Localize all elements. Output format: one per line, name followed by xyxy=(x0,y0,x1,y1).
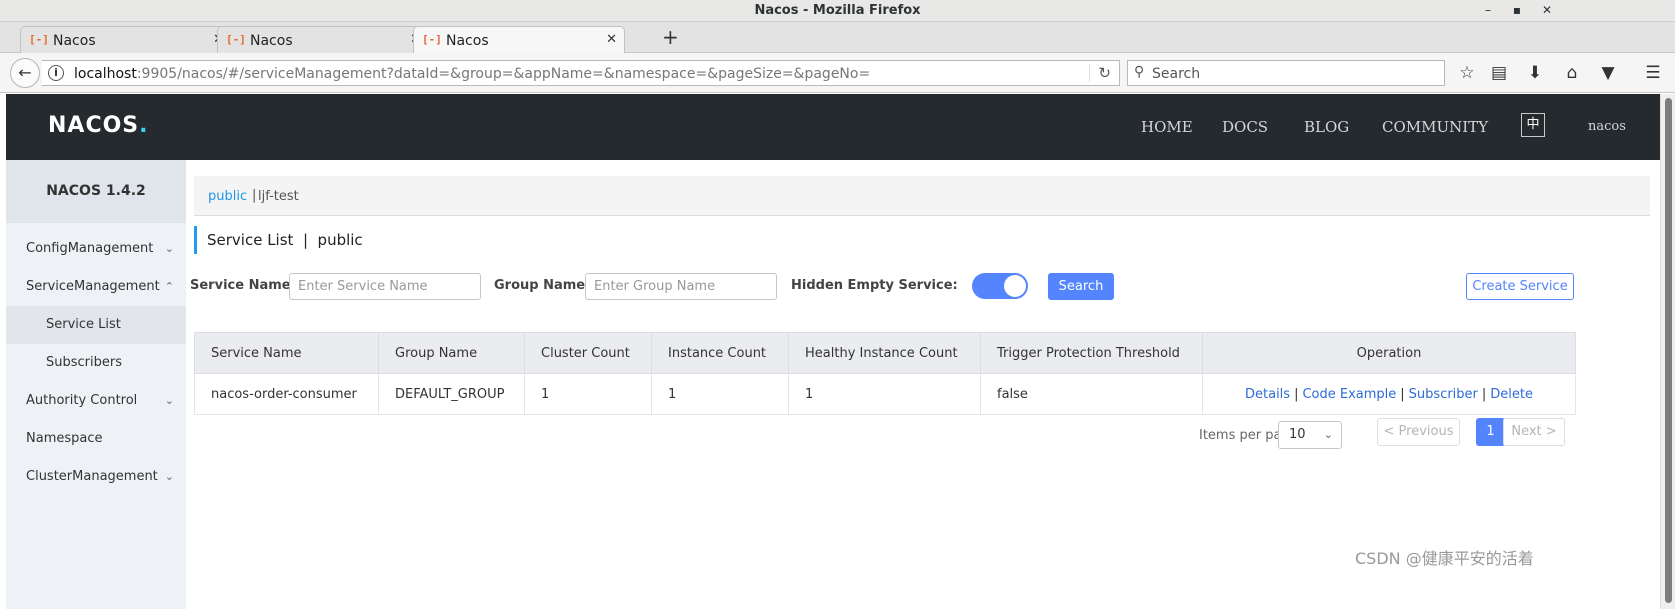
main-content: public | ljf-test Service List | public … xyxy=(186,160,1660,609)
cell-instance-count: 1 xyxy=(651,373,789,415)
tab-label: Nacos xyxy=(53,33,96,49)
watermark: CSDN @健康平安的活着 xyxy=(1355,549,1534,568)
sidebar-item-authority-control[interactable]: Authority Control ⌄ xyxy=(6,382,186,420)
browser-tab[interactable]: [-] Nacos ✕ xyxy=(217,26,429,53)
language-switch-button[interactable]: 中 xyxy=(1521,113,1545,137)
cell-cluster-count: 1 xyxy=(524,373,652,415)
column-header: Group Name xyxy=(378,332,525,374)
chevron-up-icon: ⌃ xyxy=(164,280,174,293)
hidden-empty-service-label: Hidden Empty Service: xyxy=(791,278,958,293)
nav-community[interactable]: COMMUNITY xyxy=(1382,118,1488,136)
back-arrow-icon[interactable]: ← xyxy=(10,58,40,88)
group-name-input[interactable] xyxy=(585,273,777,300)
chevron-down-icon: ⌄ xyxy=(164,470,174,483)
site-info-icon[interactable]: i xyxy=(48,65,64,81)
minimize-icon[interactable]: – xyxy=(1478,1,1498,19)
bookmark-star-icon[interactable]: ☆ xyxy=(1456,63,1478,83)
url-text: localhost:9905/nacos/#/serviceManagement… xyxy=(74,66,871,82)
download-icon[interactable]: ⬇ xyxy=(1524,63,1546,83)
toggle-knob xyxy=(1004,275,1026,297)
top-header: NACOS. HOME DOCS BLOG COMMUNITY 中 nacos xyxy=(6,94,1660,160)
sidebar-item-namespace[interactable]: Namespace xyxy=(6,420,186,458)
new-tab-icon[interactable]: + xyxy=(662,25,679,49)
column-header: Trigger Protection Threshold xyxy=(980,332,1203,374)
create-service-button[interactable]: Create Service xyxy=(1466,273,1574,300)
window-title: Nacos - Mozilla Firefox xyxy=(754,3,921,18)
pocket-icon[interactable]: ▼ xyxy=(1597,63,1619,83)
browser-tab-active[interactable]: [-] Nacos ✕ xyxy=(413,26,625,54)
code-example-link[interactable]: Code Example xyxy=(1302,387,1396,402)
sidebar-item-service-list[interactable]: Service List xyxy=(6,306,186,344)
search-button[interactable]: Search xyxy=(1048,273,1114,300)
cell-service-name: nacos-order-consumer xyxy=(194,373,379,415)
table-row: nacos-order-consumer DEFAULT_GROUP 1 1 1… xyxy=(194,373,1576,415)
cell-group-name: DEFAULT_GROUP xyxy=(378,373,525,415)
close-window-icon[interactable]: ✕ xyxy=(1537,1,1557,19)
nacos-page: NACOS. HOME DOCS BLOG COMMUNITY 中 nacos … xyxy=(6,94,1660,609)
page-size-select[interactable]: 10 ⌄ xyxy=(1278,421,1342,449)
version-label: NACOS 1.4.2 xyxy=(6,160,186,223)
nacos-favicon-icon: [-] xyxy=(422,33,442,46)
hamburger-menu-icon[interactable]: ☰ xyxy=(1642,63,1664,83)
maximize-icon[interactable]: ▪ xyxy=(1507,1,1527,19)
nacos-favicon-icon: [-] xyxy=(29,33,49,46)
current-page-button[interactable]: 1 xyxy=(1476,418,1505,446)
namespace-separator: | xyxy=(252,188,257,203)
tab-close-icon[interactable]: ✕ xyxy=(606,32,617,47)
cell-healthy-count: 1 xyxy=(788,373,981,415)
sidebar-item-config-management[interactable]: ConfigManagement ⌄ xyxy=(6,230,186,268)
chevron-down-icon: ⌄ xyxy=(164,242,174,255)
sidebar-item-subscribers[interactable]: Subscribers xyxy=(6,344,186,382)
details-link[interactable]: Details xyxy=(1245,387,1290,402)
column-header: Operation xyxy=(1202,332,1576,374)
namespace-public[interactable]: public xyxy=(208,189,247,204)
cell-operations: Details | Code Example | Subscriber | Delete xyxy=(1202,373,1576,415)
tab-label: Nacos xyxy=(250,33,293,49)
previous-page-button[interactable]: < Previous xyxy=(1377,418,1460,446)
chevron-down-icon: ⌄ xyxy=(1323,428,1333,441)
column-header: Cluster Count xyxy=(524,332,652,374)
search-icon: ⚲ xyxy=(1134,64,1145,80)
hidden-empty-service-toggle[interactable] xyxy=(972,273,1028,299)
delete-link[interactable]: Delete xyxy=(1490,387,1533,402)
column-header: Instance Count xyxy=(651,332,789,374)
search-placeholder: Search xyxy=(1152,66,1201,82)
user-name[interactable]: nacos xyxy=(1588,119,1626,134)
reading-list-icon[interactable]: ▤ xyxy=(1488,63,1510,83)
chevron-down-icon: ⌄ xyxy=(164,394,174,407)
namespace-bar: public | ljf-test xyxy=(194,176,1650,216)
nav-docs[interactable]: DOCS xyxy=(1222,118,1268,136)
group-name-label: Group Name xyxy=(494,278,586,293)
navigation-toolbar: ← i localhost:9905/nacos/#/serviceManage… xyxy=(0,53,1675,93)
page-title: Service List | public xyxy=(194,226,363,254)
tab-strip: [-] Nacos ✕ [-] Nacos ✕ [-] Nacos ✕ + xyxy=(0,22,1675,54)
tab-label: Nacos xyxy=(446,33,489,49)
reload-icon[interactable]: ↻ xyxy=(1089,64,1111,82)
url-bar[interactable]: i localhost:9905/nacos/#/serviceManageme… xyxy=(42,60,1120,86)
service-name-input[interactable] xyxy=(289,273,481,300)
scrollbar-thumb[interactable] xyxy=(1665,98,1672,603)
sidebar: NACOS 1.4.2 ConfigManagement ⌄ ServiceMa… xyxy=(6,160,186,609)
sidebar-item-cluster-management[interactable]: ClusterManagement ⌄ xyxy=(6,458,186,496)
home-icon[interactable]: ⌂ xyxy=(1561,63,1583,83)
nacos-logo[interactable]: NACOS. xyxy=(48,113,149,138)
window-titlebar: Nacos - Mozilla Firefox – ▪ ✕ xyxy=(0,0,1675,22)
service-table: Service Name Group Name Cluster Count In… xyxy=(194,332,1576,415)
column-header: Service Name xyxy=(194,332,379,374)
nav-home[interactable]: HOME xyxy=(1141,118,1193,136)
nacos-favicon-icon: [-] xyxy=(226,33,246,46)
cell-threshold: false xyxy=(980,373,1203,415)
browser-search-bar[interactable]: ⚲ Search xyxy=(1127,60,1445,86)
subscriber-link[interactable]: Subscriber xyxy=(1409,387,1478,402)
page-scrollbar[interactable] xyxy=(1660,94,1675,609)
table-header-row: Service Name Group Name Cluster Count In… xyxy=(194,332,1576,374)
nav-blog[interactable]: BLOG xyxy=(1304,118,1349,136)
namespace-ljf-test[interactable]: ljf-test xyxy=(258,189,299,204)
browser-tab[interactable]: [-] Nacos ✕ xyxy=(20,26,232,53)
column-header: Healthy Instance Count xyxy=(788,332,981,374)
next-page-button[interactable]: Next > xyxy=(1503,418,1565,446)
service-name-label: Service Name xyxy=(190,278,291,293)
sidebar-item-service-management[interactable]: ServiceManagement ⌃ xyxy=(6,268,186,306)
